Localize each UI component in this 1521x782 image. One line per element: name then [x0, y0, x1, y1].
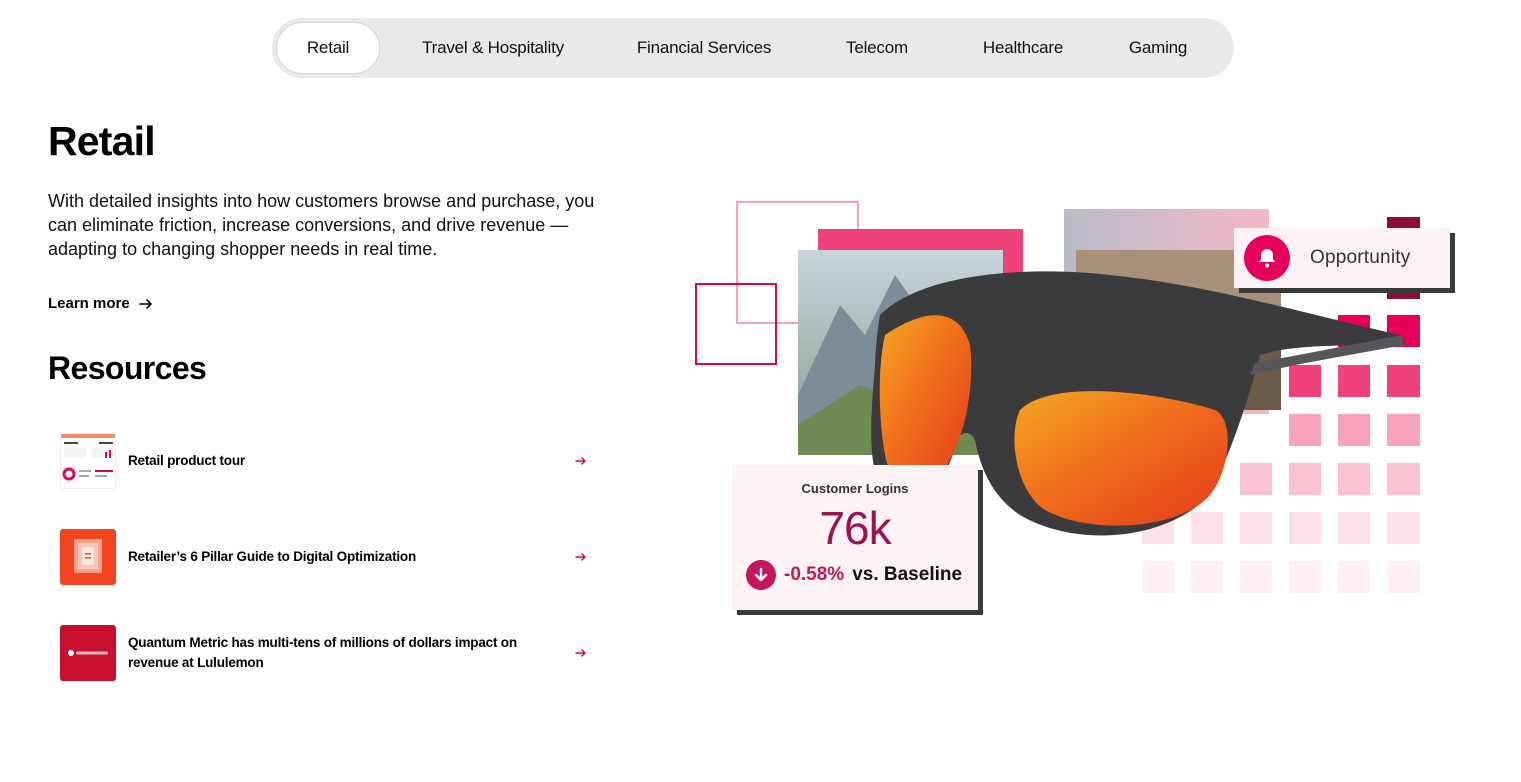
tab-gaming[interactable]: Gaming: [1094, 22, 1222, 74]
metric-label: Customer Logins: [801, 481, 909, 496]
arrow-right-icon: [575, 457, 586, 465]
resources-heading: Resources: [48, 350, 207, 386]
page-description: With detailed insights into how customer…: [48, 191, 595, 259]
learn-more-label: Learn more: [48, 295, 130, 312]
metric-change-suffix: vs. Baseline: [852, 564, 963, 585]
metric-change-row: -0.58% vs. Baseline: [746, 560, 962, 590]
tab-financial-services[interactable]: Financial Services: [606, 22, 802, 74]
resource-item-pillar-guide[interactable]: Retailer’s 6 Pillar Guide to Digital Opt…: [60, 529, 588, 585]
tab-healthcare[interactable]: Healthcare: [952, 22, 1094, 74]
industry-tabs: Retail Travel & Hospitality Financial Se…: [272, 18, 1234, 78]
guide-thumbnail: [60, 529, 116, 585]
retail-hero-illustration: Customer Logins 76k -0.58% vs. Baseline …: [690, 195, 1470, 625]
arrow-right-icon: [575, 649, 586, 657]
tab-travel-hospitality[interactable]: Travel & Hospitality: [380, 22, 606, 74]
resource-label: Quantum Metric has multi-tens of million…: [128, 635, 517, 670]
tab-telecom[interactable]: Telecom: [802, 22, 952, 74]
tab-retail[interactable]: Retail: [276, 22, 380, 74]
resource-item-lululemon-case-study[interactable]: Quantum Metric has multi-tens of million…: [60, 625, 588, 681]
learn-more-link[interactable]: Learn more: [48, 295, 154, 312]
dashboard-thumbnail: [60, 433, 116, 489]
bell-icon: [1244, 235, 1290, 281]
resource-label: Retail product tour: [128, 453, 245, 468]
metric-value: 76k: [819, 502, 891, 554]
arrow-right-icon: [138, 298, 152, 309]
lululemon-thumbnail: [60, 625, 116, 681]
resource-label: Retailer’s 6 Pillar Guide to Digital Opt…: [128, 549, 417, 564]
customer-logins-card: Customer Logins 76k -0.58% vs. Baseline: [732, 465, 978, 610]
page-title: Retail: [48, 118, 156, 164]
resource-item-product-tour[interactable]: Retail product tour: [60, 433, 588, 489]
arrow-right-icon: [575, 553, 586, 561]
arrow-down-circle-icon: [746, 560, 776, 590]
opportunity-notification: Opportunity: [1234, 228, 1450, 288]
notification-label: Opportunity: [1310, 247, 1411, 268]
metric-change: -0.58%: [784, 564, 845, 585]
